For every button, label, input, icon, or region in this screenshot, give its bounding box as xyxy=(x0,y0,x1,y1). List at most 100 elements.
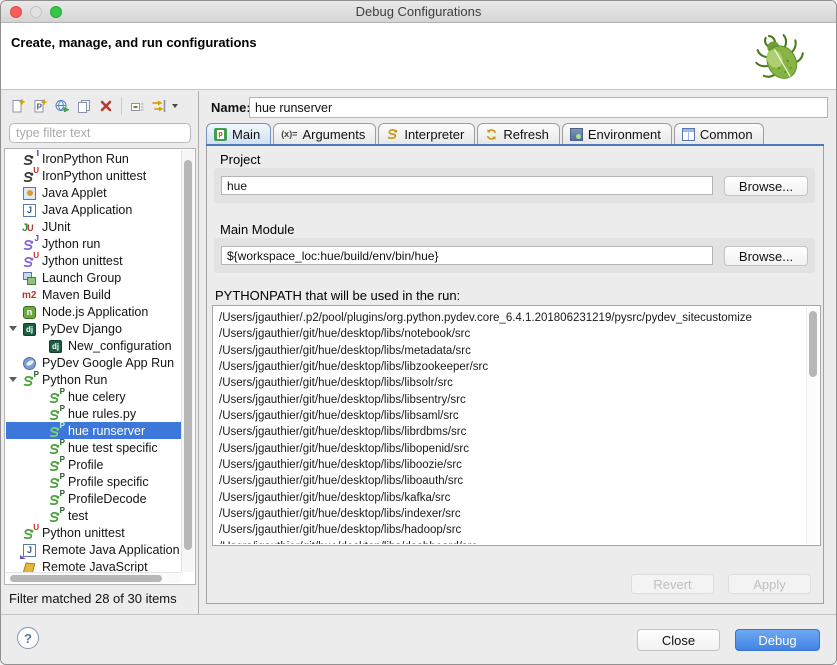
tree-horizontal-scrollbar[interactable] xyxy=(6,572,181,583)
python-icon: P xyxy=(48,389,66,405)
svg-text:P: P xyxy=(37,103,43,112)
tree-item-profile-specific[interactable]: PProfile specific xyxy=(6,473,181,490)
python-icon: P xyxy=(48,423,66,439)
duplicate-configuration-icon[interactable] xyxy=(73,96,95,116)
interpreter-tab-icon xyxy=(386,128,399,141)
remote-javascript-icon xyxy=(22,559,40,573)
pythonpath-entry: /Users/jgauthier/git/hue/desktop/libs/li… xyxy=(214,473,806,489)
toolbar-separator xyxy=(121,97,122,115)
expand-arrow-icon[interactable] xyxy=(9,377,17,382)
tab-arguments[interactable]: (x)= Arguments xyxy=(273,123,376,144)
tree-item-maven-build[interactable]: m2Maven Build xyxy=(6,286,181,303)
environment-tab-icon xyxy=(570,128,583,141)
pythonpath-entry: /Users/jgauthier/git/hue/desktop/libs/ka… xyxy=(214,490,806,506)
tab-bar: p Main (x)= Arguments Interpreter Refres… xyxy=(206,122,824,146)
arguments-tab-icon: (x)= xyxy=(281,129,297,139)
project-input[interactable] xyxy=(221,176,713,195)
tree-item-hue-test-specific[interactable]: Phue test specific xyxy=(6,439,181,456)
tree-vertical-scrollbar[interactable] xyxy=(181,150,194,572)
tree-item-pydev-google-app-run[interactable]: PyDev Google App Run xyxy=(6,354,181,371)
main-module-browse-button[interactable]: Browse... xyxy=(724,246,808,266)
tab-refresh[interactable]: Refresh xyxy=(477,123,560,144)
remote-java-icon: J xyxy=(22,542,40,558)
python-icon: P xyxy=(48,508,66,524)
python-icon: P xyxy=(48,457,66,473)
help-button[interactable]: ? xyxy=(17,627,39,649)
tree-item-ironpython-run[interactable]: IIronPython Run xyxy=(6,150,181,167)
pythonpath-vertical-scrollbar[interactable] xyxy=(806,307,819,544)
launch-group-icon xyxy=(22,270,40,286)
tab-main[interactable]: p Main xyxy=(206,123,271,144)
pythonpath-entry: /Users/jgauthier/git/hue/desktop/libs/li… xyxy=(214,424,806,440)
main-module-group: Browse... xyxy=(214,238,815,273)
tree-item-ironpython-unittest[interactable]: UIronPython unittest xyxy=(6,167,181,184)
tree-item-python-run[interactable]: PPython Run xyxy=(6,371,181,388)
ironpython-unittest-icon: U xyxy=(22,168,40,184)
django-icon: dj xyxy=(22,321,40,337)
ironpython-icon: I xyxy=(22,151,40,167)
tree-item-java-applet[interactable]: Java Applet xyxy=(6,184,181,201)
maven-icon: m2 xyxy=(22,287,40,303)
filter-menu-chevron-down-icon[interactable] xyxy=(172,104,178,108)
google-app-engine-icon xyxy=(22,355,40,371)
tree-item-java-application[interactable]: JJava Application xyxy=(6,201,181,218)
tree-item-junit[interactable]: JUJUnit xyxy=(6,218,181,235)
titlebar[interactable]: Debug Configurations xyxy=(1,1,836,23)
tree-item-jython-unittest[interactable]: UJython unittest xyxy=(6,252,181,269)
pythonpath-entry: /Users/jgauthier/git/hue/desktop/libs/li… xyxy=(214,359,806,375)
close-window-button[interactable] xyxy=(10,6,22,18)
tree-item-profiledecode[interactable]: PProfileDecode xyxy=(6,490,181,507)
common-tab-icon xyxy=(682,128,695,141)
tab-environment[interactable]: Environment xyxy=(562,123,672,144)
filter-input[interactable] xyxy=(9,123,191,143)
tree-item-remote-javascript[interactable]: Remote JavaScript xyxy=(6,558,181,572)
new-configuration-icon[interactable] xyxy=(7,96,29,116)
new-prototype-icon[interactable]: P xyxy=(29,96,51,116)
window-title: Debug Configurations xyxy=(356,4,482,19)
tab-interpreter[interactable]: Interpreter xyxy=(378,123,475,144)
pythonpath-entry: /Users/jgauthier/git/hue/desktop/libs/me… xyxy=(214,343,806,359)
tree-item-hue-celery[interactable]: Phue celery xyxy=(6,388,181,405)
window-controls xyxy=(10,6,62,18)
python-icon: P xyxy=(48,491,66,507)
python-icon: P xyxy=(48,474,66,490)
tree-item-test[interactable]: Ptest xyxy=(6,507,181,524)
export-configurations-icon[interactable] xyxy=(51,96,73,116)
filter-launch-configurations-icon[interactable] xyxy=(148,96,170,116)
debug-configurations-dialog: Debug Configurations Create, manage, and… xyxy=(0,0,837,665)
bug-icon xyxy=(750,27,810,87)
expand-arrow-icon[interactable] xyxy=(9,326,17,331)
tree-item-pydev-django[interactable]: djPyDev Django xyxy=(6,320,181,337)
filter-status-text: Filter matched 28 of 30 items xyxy=(9,591,177,606)
name-input[interactable] xyxy=(249,97,828,118)
tree-item-hue-rules-py[interactable]: Phue rules.py xyxy=(6,405,181,422)
tree-item-hue-runserver[interactable]: Phue runserver xyxy=(6,422,181,439)
python-icon: P xyxy=(48,406,66,422)
pythonpath-entry: /Users/jgauthier/git/hue/desktop/libs/li… xyxy=(214,441,806,457)
tree-item-remote-java-application[interactable]: JRemote Java Application xyxy=(6,541,181,558)
tree-item-new-configuration[interactable]: djNew_configuration xyxy=(6,337,181,354)
tree-item-jython-run[interactable]: JJython run xyxy=(6,235,181,252)
nodejs-icon: n xyxy=(22,304,40,320)
pythonpath-list[interactable]: /Users/jgauthier/.p2/pool/plugins/org.py… xyxy=(212,305,821,546)
project-browse-button[interactable]: Browse... xyxy=(724,176,808,196)
close-button[interactable]: Close xyxy=(637,629,720,651)
tab-common[interactable]: Common xyxy=(674,123,764,144)
tree-item-python-unittest[interactable]: UPython unittest xyxy=(6,524,181,541)
pythonpath-entry: /Users/jgauthier/git/hue/desktop/libs/da… xyxy=(214,539,806,544)
jython-icon: J xyxy=(22,236,40,252)
python-icon: P xyxy=(48,440,66,456)
zoom-window-button[interactable] xyxy=(50,6,62,18)
tree-item-nodejs-application[interactable]: nNode.js Application xyxy=(6,303,181,320)
delete-configuration-icon[interactable] xyxy=(95,96,117,116)
debug-button[interactable]: Debug xyxy=(735,629,820,651)
tree-item-launch-group[interactable]: Launch Group xyxy=(6,269,181,286)
minimize-window-button[interactable] xyxy=(30,6,42,18)
pythonpath-entry: /Users/jgauthier/git/hue/desktop/libs/li… xyxy=(214,392,806,408)
collapse-all-icon[interactable] xyxy=(126,96,148,116)
pythonpath-entry: /Users/jgauthier/.p2/pool/plugins/org.py… xyxy=(214,310,806,326)
configurations-toolbar: P xyxy=(7,94,178,118)
main-module-input[interactable] xyxy=(221,246,713,265)
django-icon: dj xyxy=(48,338,66,354)
tree-item-profile[interactable]: PProfile xyxy=(6,456,181,473)
